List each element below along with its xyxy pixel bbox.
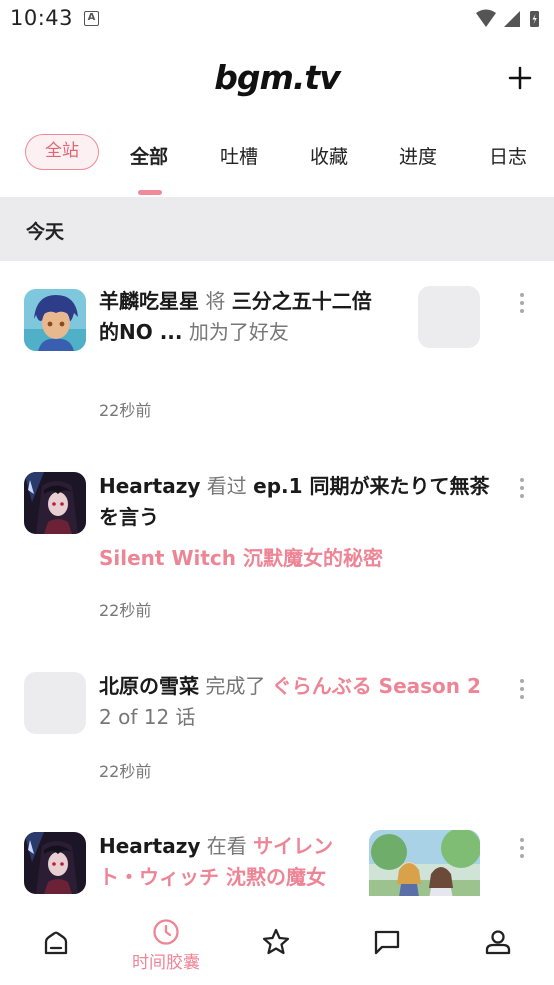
- star-icon: [262, 928, 290, 955]
- user-icon: [485, 930, 511, 955]
- feed-item[interactable]: 羊麟吃星星 将 三分之五十二倍 的NO ... 加为了好友 22秒前: [0, 286, 554, 436]
- episode-link[interactable]: ep.1 同期が来たりて無茶: [253, 474, 489, 498]
- tab-progress[interactable]: 进度: [399, 142, 437, 169]
- feed-item[interactable]: 北原の雪菜 完成了 ぐらんぶる Season 2 2 of 12 话 22秒前: [0, 671, 554, 791]
- timeline-tabs: 全站 全部 吐槽 收藏 进度 日志: [0, 128, 554, 195]
- more-options-icon[interactable]: [518, 293, 526, 315]
- bgm-logo: bgm.tv: [214, 58, 340, 97]
- username-link[interactable]: 羊麟吃星星: [99, 289, 199, 313]
- subject-link[interactable]: Silent Witch 沉默魔女的秘密: [99, 546, 383, 570]
- feed-item-text: 北原の雪菜 完成了 ぐらんぶる Season 2 2 of 12 话: [99, 674, 481, 729]
- timestamp: 22秒前: [99, 601, 152, 620]
- timeline-screen: 10:43 A bgm.tv 全站 全部 吐槽 收藏 进度 日志 今天 羊麟吃星…: [0, 0, 554, 985]
- scope-chip[interactable]: 全站: [25, 134, 99, 170]
- timestamp: 22秒前: [99, 762, 152, 781]
- status-bar: 10:43 A: [0, 0, 554, 40]
- nav-messages[interactable]: [332, 896, 442, 976]
- wifi-icon: [476, 9, 496, 27]
- avatar-placeholder[interactable]: [24, 672, 86, 734]
- more-options-icon[interactable]: [518, 679, 526, 701]
- signal-icon: [504, 11, 520, 27]
- avatar[interactable]: [24, 289, 86, 351]
- more-options-icon[interactable]: [518, 478, 526, 500]
- subject-line: Silent Witch 沉默魔女的秘密: [99, 543, 383, 574]
- avatar[interactable]: [24, 472, 86, 534]
- nav-label-timeline: 时间胶囊: [132, 953, 200, 973]
- nav-timeline[interactable]: 时间胶囊: [111, 896, 221, 976]
- add-button[interactable]: [506, 64, 534, 92]
- avatar[interactable]: [24, 832, 86, 894]
- plus-icon: [508, 66, 532, 90]
- home-icon: [44, 931, 68, 955]
- feed-item-text: Heartazy 看过 ep.1 同期が来たりて無茶 を言う: [99, 474, 490, 529]
- tab-collections[interactable]: 收藏: [310, 142, 348, 169]
- feed-item[interactable]: Heartazy 看过 ep.1 同期が来たりて無茶 を言う Silent Wi…: [0, 470, 554, 630]
- section-header-today: 今天: [0, 197, 554, 261]
- notification-a-icon: A: [84, 11, 99, 26]
- friend-link[interactable]: 三分之五十二倍: [232, 289, 372, 313]
- bottom-navigation: 时间胶囊: [0, 896, 554, 985]
- section-title: 今天: [26, 221, 65, 243]
- feed-item-text: 羊麟吃星星 将 三分之五十二倍 的NO ... 加为了好友: [99, 289, 372, 344]
- active-tab-indicator: [138, 190, 162, 195]
- nav-profile[interactable]: [443, 896, 553, 976]
- subject-link[interactable]: サイレン: [253, 834, 333, 858]
- more-options-icon[interactable]: [518, 838, 526, 860]
- username-link[interactable]: 北原の雪菜: [99, 674, 199, 698]
- tab-comments[interactable]: 吐槽: [220, 142, 258, 169]
- nav-home[interactable]: [0, 896, 110, 976]
- username-link[interactable]: Heartazy: [99, 474, 200, 498]
- status-time: 10:43: [10, 6, 74, 30]
- friend-avatar[interactable]: [418, 286, 480, 348]
- timestamp: 22秒前: [99, 401, 152, 420]
- clock-icon: [153, 919, 179, 945]
- feed-item-text: Heartazy 在看 サイレン ト・ウィッチ 沈黙の魔女: [99, 834, 334, 889]
- corner-mark: [0, 981, 8, 985]
- tab-all[interactable]: 全部: [130, 142, 168, 169]
- nav-collections[interactable]: [221, 896, 331, 976]
- chat-icon: [374, 930, 400, 955]
- feed-item[interactable]: Heartazy 在看 サイレン ト・ウィッチ 沈黙の魔女: [0, 830, 554, 910]
- progress-text: 2 of 12 话: [99, 705, 196, 729]
- subject-link[interactable]: ぐらんぶる Season 2: [272, 674, 481, 698]
- status-icons: [474, 8, 544, 34]
- username-link[interactable]: Heartazy: [99, 834, 200, 858]
- tab-blog[interactable]: 日志: [489, 142, 527, 169]
- app-header: bgm.tv: [0, 48, 554, 112]
